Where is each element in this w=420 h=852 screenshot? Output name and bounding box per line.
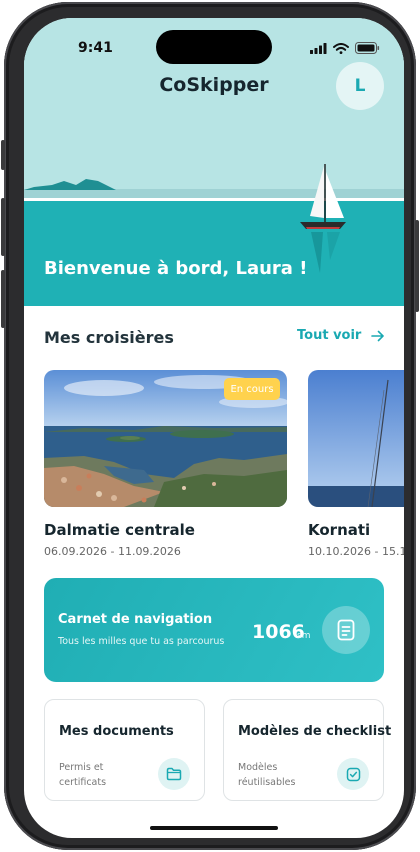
volume-down-button xyxy=(1,270,5,328)
hero-banner: 9:41 CoSkipper L Bienvenue à bord, Laura… xyxy=(24,18,404,306)
logbook-card[interactable]: Carnet de navigation Tous les milles que… xyxy=(44,578,384,682)
cruise-name[interactable]: Dalmatie centrale xyxy=(44,521,195,539)
screen: 9:41 CoSkipper L Bienvenue à bord, Laura… xyxy=(24,18,404,838)
cruise-name[interactable]: Kornati xyxy=(308,521,370,539)
tile-title: Mes documents xyxy=(59,724,174,739)
tile-subtitle: Modèles réutilisables xyxy=(238,762,296,788)
status-badge: En cours xyxy=(224,378,280,400)
logbook-distance-unit: sm xyxy=(297,631,311,641)
documents-tile[interactable]: Mes documents Permis et certificats xyxy=(44,699,205,801)
home-indicator[interactable] xyxy=(150,826,278,830)
sailing-sky-photo xyxy=(308,370,404,507)
checklist-templates-tile[interactable]: Modèles de checklist Modèles réutilisabl… xyxy=(223,699,391,801)
cruise-dates: 10.10.2026 - 15.10.2026 xyxy=(308,545,404,558)
checklist-icon-button[interactable] xyxy=(337,758,369,790)
volume-up-button xyxy=(1,198,5,256)
tile-subtitle: Permis et certificats xyxy=(59,762,107,788)
welcome-message: Bienvenue à bord, Laura ! xyxy=(44,258,308,279)
section-title-cruises: Mes croisières xyxy=(44,328,174,347)
logbook-title: Carnet de navigation xyxy=(58,612,213,627)
checkbox-icon xyxy=(346,767,360,781)
see-all-label: Tout voir xyxy=(297,328,362,343)
arrow-right-icon xyxy=(371,330,385,341)
signal-icon xyxy=(310,42,327,54)
cruise-dates: 06.09.2026 - 11.09.2026 xyxy=(44,545,181,558)
documents-icon-button[interactable] xyxy=(158,758,190,790)
list-doc-icon xyxy=(337,619,355,641)
see-all-link[interactable]: Tout voir xyxy=(297,328,385,343)
logbook-button[interactable] xyxy=(322,606,370,654)
cruise-card-image[interactable] xyxy=(308,370,404,507)
avatar[interactable]: L xyxy=(336,62,384,110)
status-icons xyxy=(310,42,380,54)
dynamic-island xyxy=(156,30,272,64)
logbook-subtitle: Tous les milles que tu as parcourus xyxy=(58,636,225,647)
power-button xyxy=(415,220,419,312)
status-time: 9:41 xyxy=(78,40,113,56)
mute-switch xyxy=(1,140,5,170)
tile-title: Modèles de checklist xyxy=(238,724,392,739)
phone-frame: 9:41 CoSkipper L Bienvenue à bord, Laura… xyxy=(1,2,419,850)
folder-icon xyxy=(166,767,182,781)
battery-icon xyxy=(355,42,380,54)
wifi-icon xyxy=(333,42,349,54)
